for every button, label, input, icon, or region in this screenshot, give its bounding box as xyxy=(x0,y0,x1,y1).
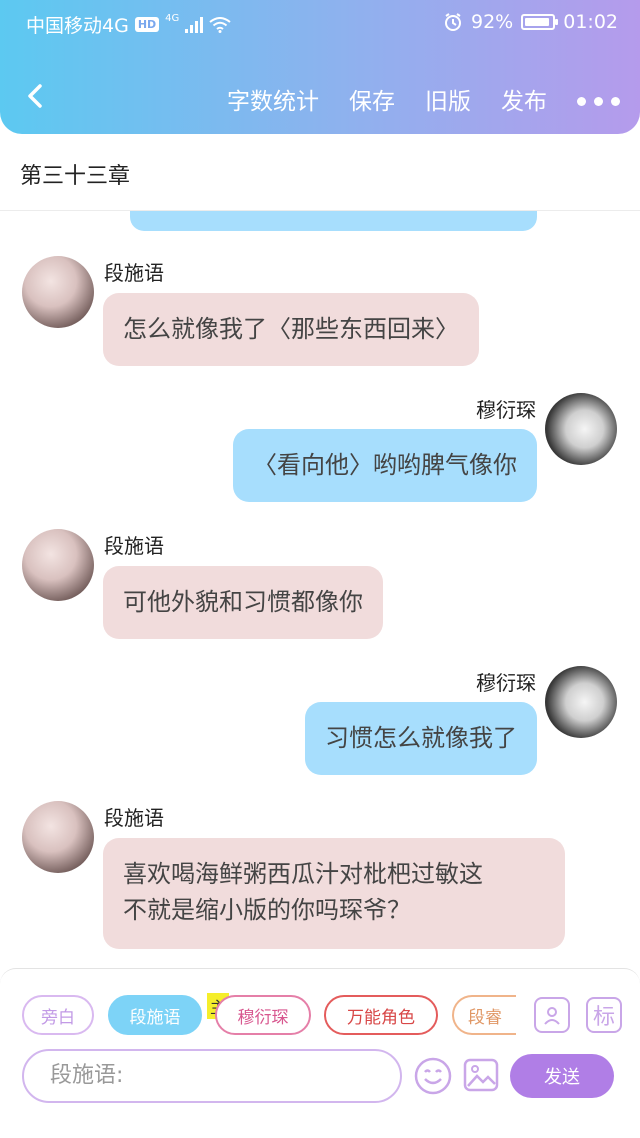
role-chip-narrator[interactable]: 旁白 xyxy=(22,995,94,1035)
tag-button[interactable]: 标 xyxy=(586,997,622,1033)
compose-panel: 旁白 段施语 主 穆衍琛 万能角色 段睿 标 段施语: 发送 xyxy=(0,968,640,1138)
image-icon[interactable] xyxy=(462,1056,500,1094)
hd-icon: HD xyxy=(134,17,160,32)
chat-list[interactable]: 段施语 怎么就像我了〈那些东西回来〉 穆衍琛 〈看向他〉哟哟脾气像你 段施语 可… xyxy=(0,211,640,968)
chapter-title[interactable]: 第三十三章 xyxy=(20,158,130,190)
sender-name: 段施语 xyxy=(104,261,164,285)
back-arrow-icon[interactable] xyxy=(22,82,50,110)
sender-name: 段施语 xyxy=(104,806,164,830)
chat-bubble-line: 不就是缩小版的你吗琛爷？ xyxy=(123,896,411,924)
wifi-icon xyxy=(209,16,231,33)
battery-percent: 92% xyxy=(471,11,514,33)
role-chip-duan-rui[interactable]: 段睿 xyxy=(452,995,516,1035)
avatar[interactable] xyxy=(22,256,94,328)
role-manage-icon[interactable] xyxy=(534,997,570,1033)
signal-icon xyxy=(185,16,204,33)
role-chip-universal[interactable]: 万能角色 xyxy=(324,995,438,1035)
chat-bubble[interactable]: 〈看向他〉哟哟脾气像你 xyxy=(233,429,537,502)
sender-name: 段施语 xyxy=(104,534,164,558)
more-icon[interactable] xyxy=(577,93,620,106)
chat-bubble-partial xyxy=(130,211,537,231)
save-button[interactable]: 保存 xyxy=(349,82,395,116)
sender-name: 穆衍琛 xyxy=(476,398,536,422)
message-input[interactable]: 段施语: xyxy=(22,1049,402,1103)
nav-bar: 字数统计 保存 旧版 发布 xyxy=(0,70,640,126)
status-bar: 中国移动4G HD 4G 92% 01:02 xyxy=(0,0,640,46)
sender-name: 穆衍琛 xyxy=(476,671,536,695)
avatar[interactable] xyxy=(545,666,617,738)
network-label: 4G xyxy=(165,13,180,24)
avatar[interactable] xyxy=(22,801,94,873)
word-count-button[interactable]: 字数统计 xyxy=(227,82,319,116)
avatar[interactable] xyxy=(22,529,94,601)
chat-bubble[interactable]: 怎么就像我了〈那些东西回来〉 xyxy=(103,293,479,366)
app-header: 中国移动4G HD 4G 92% 01:02 字数统计 保存 旧版 发布 xyxy=(0,0,640,134)
chat-bubble[interactable]: 习惯怎么就像我了 xyxy=(305,702,537,775)
publish-button[interactable]: 发布 xyxy=(501,82,547,116)
avatar[interactable] xyxy=(545,393,617,465)
send-button[interactable]: 发送 xyxy=(510,1054,614,1098)
alarm-icon xyxy=(445,13,461,31)
role-chip-duan-shiyu[interactable]: 段施语 xyxy=(108,995,202,1035)
role-chip-mu-yanchen[interactable]: 穆衍琛 xyxy=(215,995,311,1035)
clock: 01:02 xyxy=(563,11,618,33)
chat-bubble[interactable]: 喜欢喝海鲜粥西瓜汁对枇杷过敏这 不就是缩小版的你吗琛爷？ xyxy=(103,838,565,949)
chat-bubble-line: 喜欢喝海鲜粥西瓜汁对枇杷过敏这 xyxy=(123,860,483,888)
carrier-label: 中国移动4G xyxy=(26,15,129,37)
chat-bubble[interactable]: 可他外貌和习惯都像你 xyxy=(103,566,383,639)
battery-icon xyxy=(521,14,559,30)
emoji-icon[interactable] xyxy=(413,1056,453,1096)
old-version-button[interactable]: 旧版 xyxy=(425,82,471,116)
